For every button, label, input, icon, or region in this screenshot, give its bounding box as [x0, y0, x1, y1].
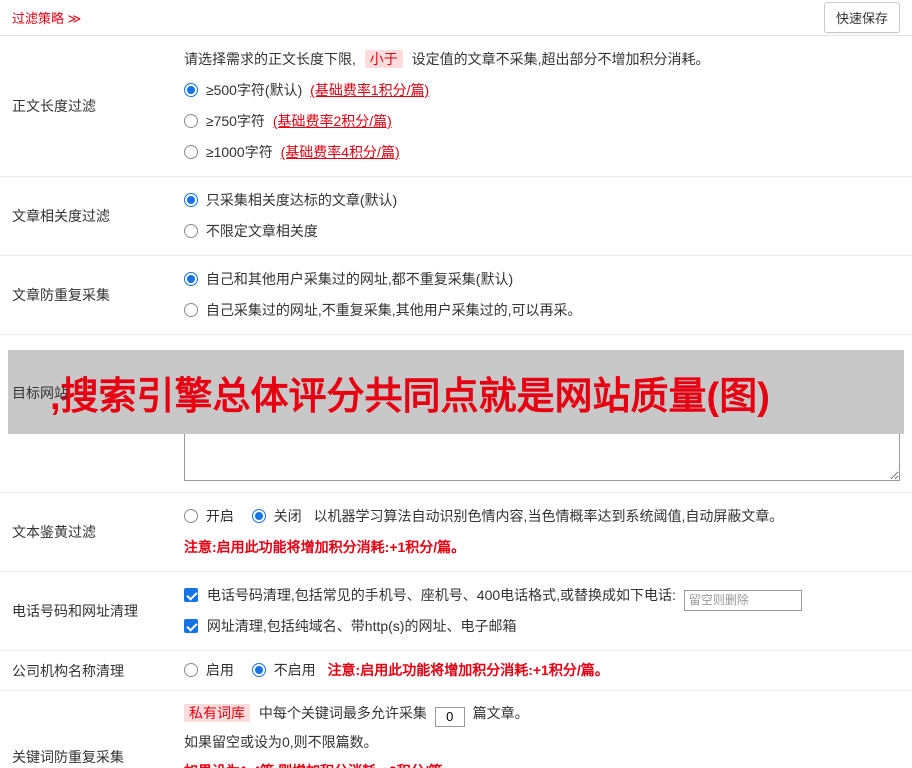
rate-note: (基础费率2积分/篇) — [272, 113, 392, 129]
phone-clean-option: 电话号码清理,包括常见的手机号、座机号、400电话格式,或替换成如下电话: — [184, 580, 900, 611]
row-content: 私有词库 中每个关键词最多允许采集 篇文章。 如果留空或设为0,则不限篇数。 如… — [178, 691, 912, 768]
radio-label[interactable]: 自己和其他用户采集过的网址,都不重复采集(默认) — [206, 271, 513, 287]
radio-label[interactable]: 启用 — [206, 662, 234, 678]
porn-filter-note: 注意:启用此功能将增加积分消耗:+1积分/篇。 — [184, 532, 900, 563]
row-dedup-collect: 文章防重复采集 自己和其他用户采集过的网址,都不重复采集(默认) 自己采集过的网… — [0, 256, 912, 335]
relevance-option-any: 不限定文章相关度 — [184, 216, 900, 247]
radio-porn-off[interactable] — [251, 509, 266, 523]
row-label: 电话号码和网址清理 — [12, 603, 138, 619]
radio-label[interactable]: ≥500字符(默认) — [206, 82, 302, 98]
row-content: 请选择需求的正文长度下限, 小于 设定值的文章不采集,超出部分不增加积分消耗。 … — [178, 36, 912, 176]
row-label: 文章防重复采集 — [12, 287, 110, 303]
replacement-phone-input[interactable] — [683, 589, 802, 611]
keyword-note-zero: 如果留空或设为0,则不限篇数。 — [184, 734, 378, 750]
relevance-option-strict: 只采集相关度达标的文章(默认) — [184, 185, 900, 216]
cost-note: 如果设为1-4篇,则增加积分消耗:+2积分/篇。 — [184, 763, 457, 768]
row-label: 文章相关度过滤 — [12, 208, 110, 224]
keyword-note-cost: 如果设为1-4篇,则增加积分消耗:+2积分/篇。 — [184, 757, 900, 768]
radio-dedup-self[interactable] — [184, 303, 198, 317]
radio-label[interactable]: 只采集相关度达标的文章(默认) — [206, 192, 397, 208]
row-relevance-filter: 文章相关度过滤 只采集相关度达标的文章(默认) 不限定文章相关度 — [0, 177, 912, 256]
rate-note: (基础费率4积分/篇) — [280, 144, 400, 160]
checkbox-label[interactable]: 电话号码清理,包括常见的手机号、座机号、400电话格式,或替换成如下电话: — [207, 587, 676, 603]
checkbox-label[interactable]: 网址清理,包括纯域名、带http(s)的网址、电子邮箱 — [207, 618, 517, 634]
header: 过滤策略 ≫ 快速保存 — [0, 0, 912, 36]
radio-label[interactable]: 关闭 — [274, 508, 302, 524]
url-clean-option: 网址清理,包括纯域名、带http(s)的网址、电子邮箱 — [184, 611, 900, 642]
row-content: 开启 关闭 以机器学习算法自动识别色情内容,当色情概率达到系统阈值,自动屏蔽文章… — [178, 493, 912, 571]
cost-note: 注意:启用此功能将增加积分消耗:+1积分/篇。 — [184, 539, 466, 555]
keyword-limit-line: 私有词库 中每个关键词最多允许采集 篇文章。 — [184, 699, 900, 728]
row-content: 自己和其他用户采集过的网址,都不重复采集(默认) 自己采集过的网址,不重复采集,… — [178, 256, 912, 334]
row-label: 目标网站 — [12, 385, 68, 401]
row-content: 启用 不启用 注意:启用此功能将增加积分消耗:+1积分/篇。 — [178, 651, 912, 690]
length-option-1000: ≥1000字符 (基础费率4积分/篇) — [184, 137, 900, 168]
dedup-option-self: 自己采集过的网址,不重复采集,其他用户采集过的,可以再采。 — [184, 295, 900, 326]
radio-length-750[interactable] — [184, 114, 198, 128]
radio-label[interactable]: 不启用 — [274, 662, 316, 678]
row-company-name-clean: 公司机构名称清理 启用 不启用 注意:启用此功能将增加积分消耗:+1积分/篇。 — [0, 651, 912, 691]
row-label: 公司机构名称清理 — [12, 662, 124, 679]
radio-dedup-global[interactable] — [184, 272, 198, 286]
length-filter-description: 请选择需求的正文长度下限, 小于 设定值的文章不采集,超出部分不增加积分消耗。 — [184, 44, 900, 75]
radio-relevance-any[interactable] — [184, 224, 198, 238]
radio-label[interactable]: 不限定文章相关度 — [206, 223, 318, 239]
private-lexicon-highlight: 私有词库 — [184, 704, 250, 722]
checkbox-url-clean[interactable] — [184, 619, 198, 633]
radio-label[interactable]: 开启 — [206, 508, 234, 524]
radio-label[interactable]: ≥1000字符 — [206, 144, 273, 160]
porn-filter-options: 开启 关闭 以机器学习算法自动识别色情内容,当色情概率达到系统阈值,自动屏蔽文章… — [184, 501, 900, 532]
row-content-length-filter: 正文长度过滤 请选择需求的正文长度下限, 小于 设定值的文章不采集,超出部分不增… — [0, 36, 912, 177]
filter-strategy-page: 过滤策略 ≫ 快速保存 正文长度过滤 请选择需求的正文长度下限, 小于 设定值的… — [0, 0, 912, 768]
less-than-highlight: 小于 — [364, 50, 403, 68]
desc-text: 请选择需求的正文长度下限, — [184, 51, 356, 67]
keyword-limit-input[interactable] — [434, 706, 465, 727]
radio-company-on[interactable] — [184, 663, 198, 677]
rate-note: (基础费率1积分/篇) — [310, 82, 430, 98]
quick-save-button[interactable]: 快速保存 — [823, 2, 900, 33]
row-label: 文本鉴黄过滤 — [12, 524, 96, 540]
row-content: 电话号码清理,包括常见的手机号、座机号、400电话格式,或替换成如下电话: 网址… — [178, 572, 912, 650]
row-content: 只采集相关度达标的文章(默认) 不限定文章相关度 — [178, 177, 912, 255]
dedup-option-global: 自己和其他用户采集过的网址,都不重复采集(默认) — [184, 264, 900, 295]
row-label: 关键词防重复采集 — [12, 749, 124, 765]
company-clean-options: 启用 不启用 注意:启用此功能将增加积分消耗:+1积分/篇。 — [184, 655, 609, 686]
checkbox-phone-clean[interactable] — [184, 588, 198, 602]
row-keyword-dedup: 关键词防重复采集 私有词库 中每个关键词最多允许采集 篇文章。 如果留空或设为0… — [0, 691, 912, 768]
length-option-500: ≥500字符(默认) (基础费率1积分/篇) — [184, 75, 900, 106]
section-title-filter-strategy[interactable]: 过滤策略 ≫ — [12, 8, 81, 27]
limit-text: 中每个关键词最多允许采集 — [258, 705, 427, 721]
radio-label[interactable]: ≥750字符 — [206, 113, 265, 129]
radio-relevance-strict[interactable] — [184, 193, 198, 207]
radio-label[interactable]: 自己采集过的网址,不重复采集,其他用户采集过的,可以再采。 — [206, 302, 582, 318]
row-porn-filter: 文本鉴黄过滤 开启 关闭 以机器学习算法自动识别色情内容,当色情概率达到系统阈值… — [0, 493, 912, 572]
radio-porn-on[interactable] — [184, 509, 198, 523]
limit-text-end: 篇文章。 — [472, 705, 529, 721]
radio-length-500[interactable] — [184, 83, 198, 97]
radio-length-1000[interactable] — [184, 145, 198, 159]
porn-filter-description: 以机器学习算法自动识别色情内容,当色情概率达到系统阈值,自动屏蔽文章。 — [313, 508, 784, 524]
radio-company-off[interactable] — [251, 663, 266, 677]
row-phone-url-clean: 电话号码和网址清理 电话号码清理,包括常见的手机号、座机号、400电话格式,或替… — [0, 572, 912, 651]
cost-note: 注意:启用此功能将增加积分消耗:+1积分/篇。 — [327, 662, 609, 678]
length-option-750: ≥750字符 (基础费率2积分/篇) — [184, 106, 900, 137]
desc-text: 设定值的文章不采集,超出部分不增加积分消耗。 — [411, 51, 710, 67]
row-label: 正文长度过滤 — [12, 98, 96, 114]
